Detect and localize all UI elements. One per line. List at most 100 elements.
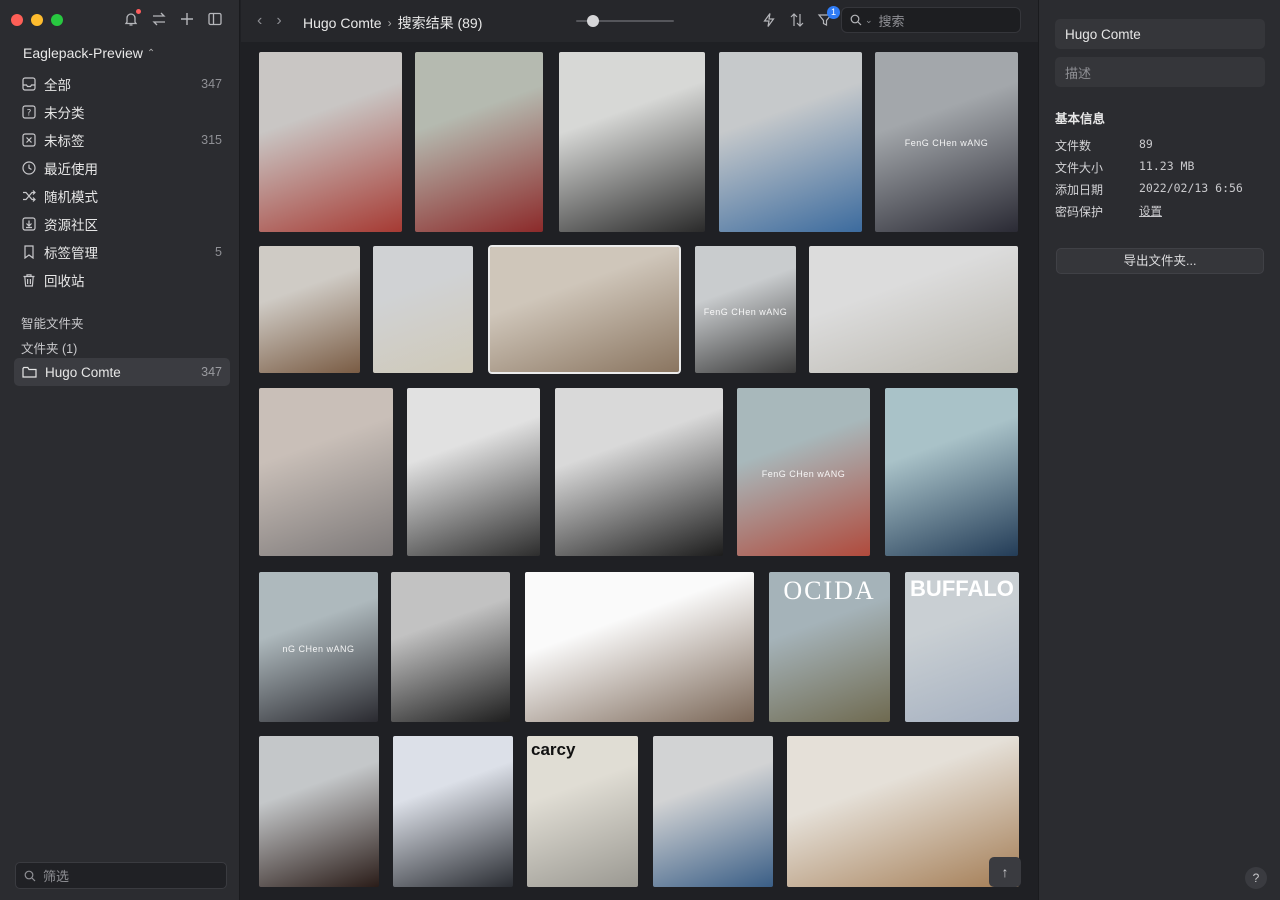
filter-badge: 1 [827,6,840,19]
shuffle-icon [22,189,36,203]
folder-name-field[interactable]: Hugo Comte [1055,19,1265,49]
image-thumbnail[interactable]: nG CHen wANG [259,572,378,722]
image-thumbnail[interactable]: FenG CHen wANG [875,52,1018,232]
back-arrow-icon[interactable]: ‹ [257,12,262,30]
image-thumbnail[interactable] [885,388,1018,556]
image-thumbnail[interactable] [259,246,360,373]
sidebar-item-shuffle[interactable]: 随机模式 [14,182,230,210]
sidebar-item-count: 315 [201,133,222,147]
info-row-file-size: 文件大小 11.23 MB [1055,159,1265,176]
image-thumbnail[interactable] [719,52,862,232]
lightning-icon[interactable] [761,12,777,28]
filter-placeholder: 筛选 [43,869,70,884]
sync-icon[interactable] [151,11,167,27]
image-thumbnail[interactable] [787,736,1019,887]
info-value: 2022/02/13 6:56 [1139,181,1243,195]
sidebar-item-community[interactable]: 资源社区 [14,210,230,238]
image-thumbnail[interactable] [259,52,402,232]
arrow-up-icon: ↑ [1001,864,1009,880]
image-thumbnail[interactable] [525,572,754,722]
search-icon [24,870,36,881]
svg-text:?: ? [27,109,32,119]
chevron-updown-icon: ⌃ [146,47,156,59]
sidebar-item-tags[interactable]: 标签管理 5 [14,238,230,266]
search-input[interactable]: ⌄ 搜索 [841,7,1021,33]
image-thumbnail[interactable] [415,52,543,232]
smart-folders-heading[interactable]: 智能文件夹 [21,313,84,332]
info-row-password: 密码保护 设置 [1055,203,1265,220]
untagged-icon [22,133,36,147]
sort-icon[interactable] [789,12,805,28]
image-thumbnail[interactable] [391,572,510,722]
sidebar-item-all[interactable]: 全部 347 [14,70,230,98]
sidebar-toggle-icon[interactable] [207,11,223,27]
image-thumbnail[interactable]: carcy [527,736,638,887]
search-icon [850,14,862,26]
image-thumbnail[interactable] [373,246,473,373]
all-items-icon [22,77,36,91]
sidebar-item-count: 5 [215,245,222,259]
chevron-right-icon: › [387,16,392,30]
sidebar-toolbar [123,9,223,27]
bell-icon[interactable] [123,9,141,27]
sidebar-item-uncategorized[interactable]: ? 未分类 [14,98,230,126]
folder-item-hugo-comte[interactable]: Hugo Comte 347 [14,358,230,386]
basic-info-heading: 基本信息 [1055,112,1106,126]
tag-icon [22,245,36,259]
image-thumbnail[interactable] [653,736,773,887]
sidebar-item-label: 未分类 [44,106,85,121]
info-value: 89 [1139,137,1153,151]
folders-heading[interactable]: 文件夹 (1) [21,338,77,357]
export-folder-button[interactable]: 导出文件夹... [1056,248,1264,274]
breadcrumb-results: 搜索结果 (89) [397,15,483,31]
image-thumbnail[interactable] [393,736,513,887]
breadcrumb: Hugo Comte › 搜索结果 (89) [303,13,482,33]
set-password-link[interactable]: 设置 [1139,203,1162,220]
chevron-down-icon[interactable]: ⌄ [865,15,873,26]
help-button[interactable]: ? [1245,867,1267,889]
info-row-file-count: 文件数 89 [1055,137,1265,154]
filter-input[interactable]: 筛选 [15,862,227,889]
info-key: 文件大小 [1055,161,1104,175]
image-thumbnail[interactable] [259,388,393,556]
history-nav: ‹ › [257,12,282,30]
library-name: Eaglepack-Preview [23,45,143,61]
scroll-to-top-button[interactable]: ↑ [989,857,1021,887]
description-field[interactable]: 描述 [1055,57,1265,87]
image-thumbnail-selected[interactable] [488,245,681,374]
sidebar-item-label: 全部 [44,78,71,93]
sidebar-item-label: 标签管理 [44,246,98,261]
recent-icon [22,161,36,175]
image-thumbnail[interactable] [259,736,379,887]
folder-icon [22,366,37,378]
sidebar: Eaglepack-Preview ⌃ 全部 347 ? 未分类 未标签 315… [0,0,240,900]
thumbnail-size-slider[interactable] [576,15,674,27]
image-thumbnail[interactable]: FenG CHen wANG [737,388,870,556]
image-thumbnail[interactable]: BUFFALO [905,572,1019,722]
sidebar-item-trash[interactable]: 回收站 [14,266,230,294]
image-thumbnail[interactable] [559,52,705,232]
sidebar-item-recent[interactable]: 最近使用 [14,154,230,182]
filter-icon[interactable]: 1 [817,6,840,28]
window-controls [11,14,63,26]
image-thumbnail[interactable]: FenG CHen wANG [695,246,796,373]
sidebar-item-label: 回收站 [44,274,85,289]
sidebar-item-count: 347 [201,77,222,91]
close-window-button[interactable] [11,14,23,26]
image-thumbnail[interactable] [809,246,1018,373]
sidebar-item-untagged[interactable]: 未标签 315 [14,126,230,154]
image-thumbnail[interactable]: OCIDA [769,572,890,722]
library-switcher[interactable]: Eaglepack-Preview ⌃ [23,45,155,61]
folder-count: 347 [201,365,222,379]
maximize-window-button[interactable] [51,14,63,26]
info-row-date-added: 添加日期 2022/02/13 6:56 [1055,181,1265,198]
minimize-window-button[interactable] [31,14,43,26]
slider-knob[interactable] [587,15,599,27]
add-icon[interactable] [179,11,195,27]
uncategorized-icon: ? [22,105,36,119]
forward-arrow-icon[interactable]: › [276,12,281,30]
notification-dot [136,9,141,14]
breadcrumb-folder[interactable]: Hugo Comte [303,15,382,31]
image-thumbnail[interactable] [407,388,540,556]
image-thumbnail[interactable] [555,388,723,556]
